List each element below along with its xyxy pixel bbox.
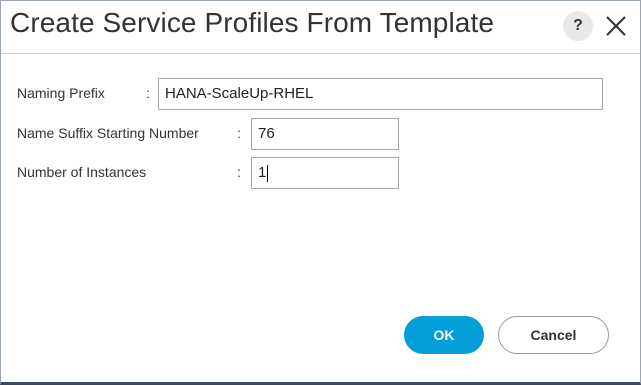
instances-value: 1 <box>258 164 267 181</box>
close-icon-glyph <box>606 16 626 36</box>
naming-prefix-label: Naming Prefix <box>17 85 105 101</box>
name-suffix-label: Name Suffix Starting Number <box>17 125 199 141</box>
dialog-title-bar: Create Service Profiles From Template ? <box>1 1 640 54</box>
instances-colon: : <box>237 164 241 180</box>
name-suffix-colon: : <box>237 125 241 141</box>
naming-prefix-colon: : <box>146 85 150 101</box>
close-icon[interactable] <box>602 12 630 40</box>
create-service-profiles-dialog: Create Service Profiles From Template ? … <box>0 0 641 385</box>
help-icon[interactable]: ? <box>563 11 593 41</box>
instances-label: Number of Instances <box>17 164 147 180</box>
naming-prefix-input[interactable]: HANA-ScaleUp-RHEL <box>158 78 603 110</box>
name-suffix-input[interactable]: 76 <box>251 118 399 150</box>
text-caret <box>267 164 269 182</box>
ok-button[interactable]: OK <box>404 316 484 354</box>
instances-input[interactable]: 1 <box>251 157 399 189</box>
cancel-button[interactable]: Cancel <box>498 316 609 354</box>
dialog-title: Create Service Profiles From Template <box>10 7 495 38</box>
